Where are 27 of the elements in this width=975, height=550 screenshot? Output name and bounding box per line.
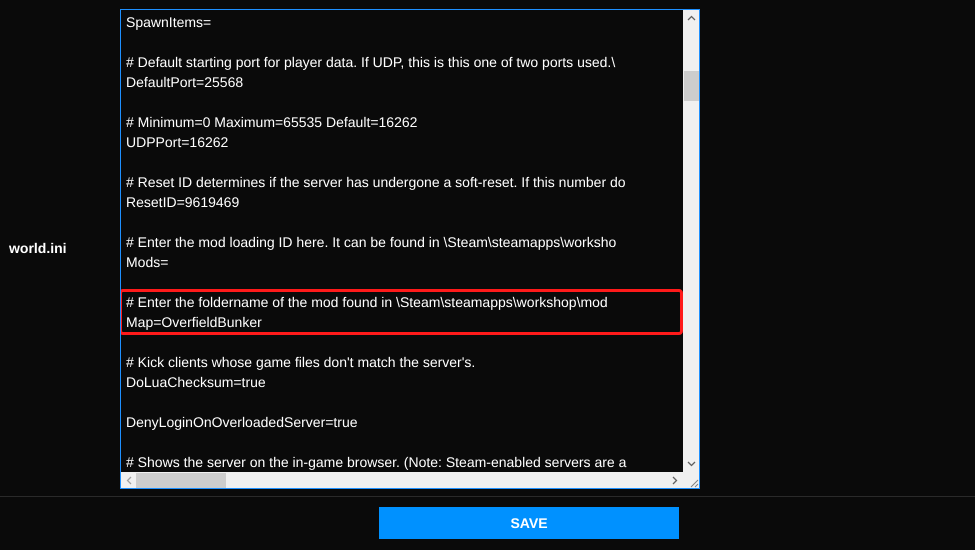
config-line: DefaultPort=25568 (126, 73, 244, 92)
config-line: UDPPort=16262 (126, 133, 228, 152)
text-editor[interactable] (120, 9, 700, 489)
config-line: DenyLoginOnOverloadedServer=true (126, 413, 358, 432)
vertical-scrollbar[interactable] (683, 10, 699, 472)
config-line: # Reset ID determines if the server has undergone a soft-reset. If this number do (126, 173, 626, 192)
config-line: SpawnItems= (126, 13, 212, 32)
scroll-up-icon[interactable] (686, 15, 696, 21)
scrollbar-thumb[interactable] (136, 472, 226, 488)
config-line: # Enter the mod loading ID here. It can be found in \Steam\steamapps\worksho (126, 233, 616, 252)
config-line: # Enter the foldername of the mod found in \Steam\steamapps\workshop\mod (126, 293, 608, 312)
scroll-left-icon[interactable] (126, 476, 132, 484)
config-line: # Kick clients whose game files don't match the server's. (126, 353, 476, 372)
setting-label: world.ini (9, 238, 67, 258)
config-line: # Minimum=0 Maximum=65535 Default=16262 (126, 113, 418, 132)
scroll-down-icon[interactable] (686, 461, 696, 467)
resize-grip-icon[interactable] (689, 478, 699, 488)
horizontal-scrollbar[interactable] (121, 472, 683, 488)
config-line: # Default starting port for player data. If UDP, this is this one of two ports used.\ (126, 53, 616, 72)
config-line: Map=OverfieldBunker (126, 313, 262, 332)
scroll-right-icon[interactable] (672, 476, 678, 484)
config-line: # Shows the server on the in-game browser. (Note: Steam-enabled servers are a (126, 453, 626, 472)
scrollbar-thumb[interactable] (684, 71, 698, 101)
config-line: Mods= (126, 253, 168, 272)
config-line: ResetID=9619469 (126, 193, 240, 212)
config-line: DoLuaChecksum=true (126, 373, 266, 392)
save-button[interactable]: SAVE (379, 507, 679, 539)
